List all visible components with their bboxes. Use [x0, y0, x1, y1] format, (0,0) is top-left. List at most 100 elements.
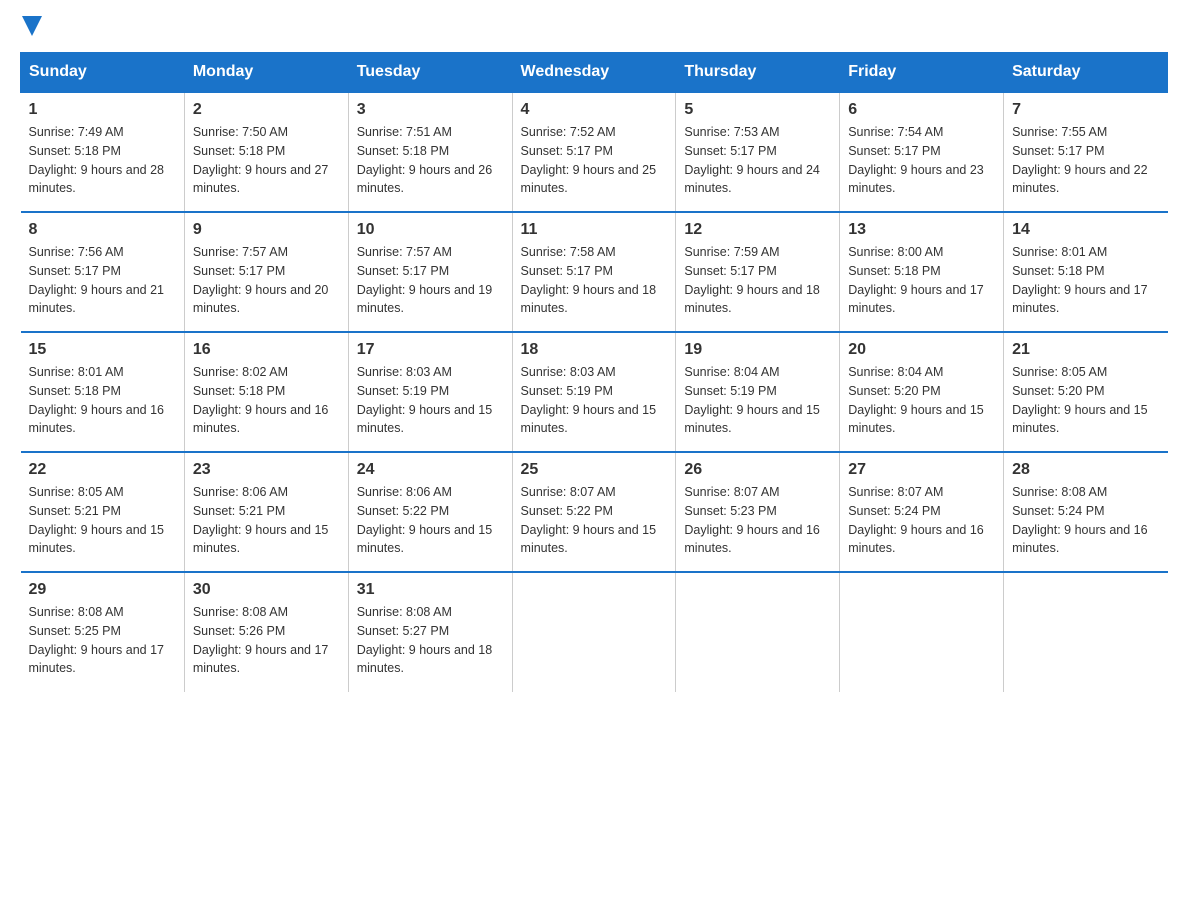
day-info: Sunrise: 8:04 AM Sunset: 5:19 PM Dayligh…: [684, 363, 831, 438]
calendar-cell: 8 Sunrise: 7:56 AM Sunset: 5:17 PM Dayli…: [21, 212, 185, 332]
day-info: Sunrise: 8:01 AM Sunset: 5:18 PM Dayligh…: [1012, 243, 1159, 318]
header-sunday: Sunday: [21, 53, 185, 93]
day-number: 9: [193, 221, 340, 239]
day-number: 21: [1012, 341, 1159, 359]
calendar-header-row: SundayMondayTuesdayWednesdayThursdayFrid…: [21, 53, 1168, 93]
day-number: 23: [193, 461, 340, 479]
page-header: [20, 20, 1168, 36]
header-thursday: Thursday: [676, 53, 840, 93]
day-info: Sunrise: 8:08 AM Sunset: 5:26 PM Dayligh…: [193, 603, 340, 678]
header-tuesday: Tuesday: [348, 53, 512, 93]
day-info: Sunrise: 7:50 AM Sunset: 5:18 PM Dayligh…: [193, 123, 340, 198]
day-number: 17: [357, 341, 504, 359]
calendar-cell: 3 Sunrise: 7:51 AM Sunset: 5:18 PM Dayli…: [348, 92, 512, 212]
calendar-cell: 27 Sunrise: 8:07 AM Sunset: 5:24 PM Dayl…: [840, 452, 1004, 572]
day-number: 12: [684, 221, 831, 239]
day-info: Sunrise: 8:07 AM Sunset: 5:22 PM Dayligh…: [521, 483, 668, 558]
day-number: 2: [193, 101, 340, 119]
day-number: 3: [357, 101, 504, 119]
day-number: 7: [1012, 101, 1159, 119]
day-info: Sunrise: 7:53 AM Sunset: 5:17 PM Dayligh…: [684, 123, 831, 198]
day-info: Sunrise: 7:57 AM Sunset: 5:17 PM Dayligh…: [193, 243, 340, 318]
day-info: Sunrise: 8:00 AM Sunset: 5:18 PM Dayligh…: [848, 243, 995, 318]
calendar-cell: 26 Sunrise: 8:07 AM Sunset: 5:23 PM Dayl…: [676, 452, 840, 572]
calendar-cell: 12 Sunrise: 7:59 AM Sunset: 5:17 PM Dayl…: [676, 212, 840, 332]
calendar-cell: [1004, 572, 1168, 692]
calendar-cell: 28 Sunrise: 8:08 AM Sunset: 5:24 PM Dayl…: [1004, 452, 1168, 572]
header-saturday: Saturday: [1004, 53, 1168, 93]
header-monday: Monday: [184, 53, 348, 93]
calendar-week-row: 29 Sunrise: 8:08 AM Sunset: 5:25 PM Dayl…: [21, 572, 1168, 692]
day-info: Sunrise: 7:57 AM Sunset: 5:17 PM Dayligh…: [357, 243, 504, 318]
day-number: 11: [521, 221, 668, 239]
calendar-cell: 15 Sunrise: 8:01 AM Sunset: 5:18 PM Dayl…: [21, 332, 185, 452]
day-number: 16: [193, 341, 340, 359]
day-number: 30: [193, 581, 340, 599]
calendar-cell: 6 Sunrise: 7:54 AM Sunset: 5:17 PM Dayli…: [840, 92, 1004, 212]
day-number: 20: [848, 341, 995, 359]
day-number: 14: [1012, 221, 1159, 239]
calendar-cell: 5 Sunrise: 7:53 AM Sunset: 5:17 PM Dayli…: [676, 92, 840, 212]
day-number: 15: [29, 341, 176, 359]
day-info: Sunrise: 7:49 AM Sunset: 5:18 PM Dayligh…: [29, 123, 176, 198]
day-info: Sunrise: 7:52 AM Sunset: 5:17 PM Dayligh…: [521, 123, 668, 198]
day-info: Sunrise: 8:06 AM Sunset: 5:22 PM Dayligh…: [357, 483, 504, 558]
calendar-cell: 1 Sunrise: 7:49 AM Sunset: 5:18 PM Dayli…: [21, 92, 185, 212]
day-info: Sunrise: 7:56 AM Sunset: 5:17 PM Dayligh…: [29, 243, 176, 318]
calendar-cell: 9 Sunrise: 7:57 AM Sunset: 5:17 PM Dayli…: [184, 212, 348, 332]
day-info: Sunrise: 8:05 AM Sunset: 5:20 PM Dayligh…: [1012, 363, 1159, 438]
day-number: 1: [29, 101, 176, 119]
day-info: Sunrise: 8:02 AM Sunset: 5:18 PM Dayligh…: [193, 363, 340, 438]
calendar-cell: 29 Sunrise: 8:08 AM Sunset: 5:25 PM Dayl…: [21, 572, 185, 692]
day-info: Sunrise: 8:08 AM Sunset: 5:25 PM Dayligh…: [29, 603, 176, 678]
day-info: Sunrise: 8:01 AM Sunset: 5:18 PM Dayligh…: [29, 363, 176, 438]
day-number: 24: [357, 461, 504, 479]
calendar-cell: 23 Sunrise: 8:06 AM Sunset: 5:21 PM Dayl…: [184, 452, 348, 572]
day-info: Sunrise: 7:59 AM Sunset: 5:17 PM Dayligh…: [684, 243, 831, 318]
calendar-cell: 25 Sunrise: 8:07 AM Sunset: 5:22 PM Dayl…: [512, 452, 676, 572]
calendar-week-row: 8 Sunrise: 7:56 AM Sunset: 5:17 PM Dayli…: [21, 212, 1168, 332]
day-number: 13: [848, 221, 995, 239]
day-info: Sunrise: 8:08 AM Sunset: 5:27 PM Dayligh…: [357, 603, 504, 678]
day-number: 28: [1012, 461, 1159, 479]
day-number: 26: [684, 461, 831, 479]
day-info: Sunrise: 8:03 AM Sunset: 5:19 PM Dayligh…: [357, 363, 504, 438]
calendar-cell: 11 Sunrise: 7:58 AM Sunset: 5:17 PM Dayl…: [512, 212, 676, 332]
day-info: Sunrise: 8:08 AM Sunset: 5:24 PM Dayligh…: [1012, 483, 1159, 558]
calendar-week-row: 15 Sunrise: 8:01 AM Sunset: 5:18 PM Dayl…: [21, 332, 1168, 452]
day-number: 18: [521, 341, 668, 359]
calendar-cell: 17 Sunrise: 8:03 AM Sunset: 5:19 PM Dayl…: [348, 332, 512, 452]
calendar-cell: 30 Sunrise: 8:08 AM Sunset: 5:26 PM Dayl…: [184, 572, 348, 692]
day-info: Sunrise: 8:03 AM Sunset: 5:19 PM Dayligh…: [521, 363, 668, 438]
logo-triangle-icon: [22, 16, 42, 36]
calendar-cell: 14 Sunrise: 8:01 AM Sunset: 5:18 PM Dayl…: [1004, 212, 1168, 332]
calendar-cell: 21 Sunrise: 8:05 AM Sunset: 5:20 PM Dayl…: [1004, 332, 1168, 452]
calendar-cell: 18 Sunrise: 8:03 AM Sunset: 5:19 PM Dayl…: [512, 332, 676, 452]
day-number: 10: [357, 221, 504, 239]
calendar-cell: 20 Sunrise: 8:04 AM Sunset: 5:20 PM Dayl…: [840, 332, 1004, 452]
calendar-cell: 2 Sunrise: 7:50 AM Sunset: 5:18 PM Dayli…: [184, 92, 348, 212]
day-info: Sunrise: 7:51 AM Sunset: 5:18 PM Dayligh…: [357, 123, 504, 198]
calendar-cell: 10 Sunrise: 7:57 AM Sunset: 5:17 PM Dayl…: [348, 212, 512, 332]
calendar-week-row: 22 Sunrise: 8:05 AM Sunset: 5:21 PM Dayl…: [21, 452, 1168, 572]
day-info: Sunrise: 8:06 AM Sunset: 5:21 PM Dayligh…: [193, 483, 340, 558]
header-wednesday: Wednesday: [512, 53, 676, 93]
day-number: 4: [521, 101, 668, 119]
header-friday: Friday: [840, 53, 1004, 93]
logo: [20, 20, 42, 36]
calendar-cell: 16 Sunrise: 8:02 AM Sunset: 5:18 PM Dayl…: [184, 332, 348, 452]
calendar-cell: [512, 572, 676, 692]
day-number: 25: [521, 461, 668, 479]
calendar-cell: [840, 572, 1004, 692]
calendar-cell: 31 Sunrise: 8:08 AM Sunset: 5:27 PM Dayl…: [348, 572, 512, 692]
calendar-table: SundayMondayTuesdayWednesdayThursdayFrid…: [20, 52, 1168, 692]
day-info: Sunrise: 7:54 AM Sunset: 5:17 PM Dayligh…: [848, 123, 995, 198]
calendar-cell: 13 Sunrise: 8:00 AM Sunset: 5:18 PM Dayl…: [840, 212, 1004, 332]
calendar-cell: [676, 572, 840, 692]
day-number: 6: [848, 101, 995, 119]
day-info: Sunrise: 8:05 AM Sunset: 5:21 PM Dayligh…: [29, 483, 176, 558]
day-info: Sunrise: 8:07 AM Sunset: 5:24 PM Dayligh…: [848, 483, 995, 558]
calendar-cell: 4 Sunrise: 7:52 AM Sunset: 5:17 PM Dayli…: [512, 92, 676, 212]
day-info: Sunrise: 7:55 AM Sunset: 5:17 PM Dayligh…: [1012, 123, 1159, 198]
calendar-cell: 22 Sunrise: 8:05 AM Sunset: 5:21 PM Dayl…: [21, 452, 185, 572]
